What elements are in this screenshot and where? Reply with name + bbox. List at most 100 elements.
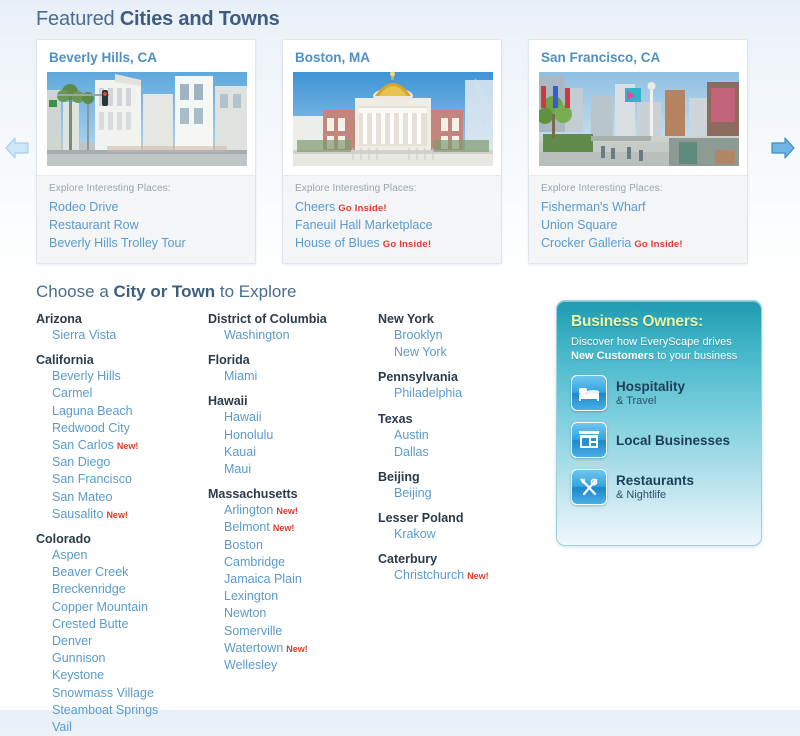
city-card[interactable]: Beverly Hills, CA Explore Interesting Pl… — [36, 39, 256, 264]
city-link[interactable]: Washington — [224, 328, 290, 342]
city-link[interactable]: Hawaii — [224, 410, 262, 424]
city-link[interactable]: Watertown — [224, 641, 283, 655]
list-item[interactable]: Honolulu — [224, 427, 378, 444]
list-item[interactable]: Snowmass Village — [52, 685, 208, 702]
place-name[interactable]: Crocker Galleria — [541, 236, 631, 250]
city-link[interactable]: Arlington — [224, 503, 273, 517]
city-link[interactable]: Aspen — [52, 548, 87, 562]
city-link[interactable]: Austin — [394, 428, 429, 442]
city-link[interactable]: Somerville — [224, 624, 282, 638]
list-item[interactable]: Crocker Galleria Go Inside! — [541, 235, 735, 253]
list-item[interactable]: Union Square — [541, 217, 735, 235]
list-item[interactable]: Jamaica Plain — [224, 571, 378, 588]
city-link[interactable]: San Mateo — [52, 490, 112, 504]
list-item[interactable]: Gunnison — [52, 650, 208, 667]
list-item[interactable]: Sierra Vista — [52, 327, 208, 344]
list-item[interactable]: Laguna Beach — [52, 403, 208, 420]
list-item[interactable]: Hawaii — [224, 409, 378, 426]
list-item[interactable]: Breckenridge — [52, 581, 208, 598]
city-link[interactable]: Sausalito — [52, 507, 103, 521]
list-item[interactable]: Washington — [224, 327, 378, 344]
city-link[interactable]: Vail — [52, 720, 72, 734]
city-link[interactable]: Laguna Beach — [52, 404, 133, 418]
city-link[interactable]: San Carlos — [52, 438, 114, 452]
list-item[interactable]: Restaurant Row — [49, 217, 243, 235]
city-link[interactable]: Gunnison — [52, 651, 106, 665]
list-item[interactable]: Belmont New! — [224, 519, 378, 536]
list-item[interactable]: Copper Mountain — [52, 599, 208, 616]
list-item[interactable]: Beijing — [394, 485, 558, 502]
city-link[interactable]: Denver — [52, 634, 92, 648]
city-link[interactable]: Miami — [224, 369, 257, 383]
city-link[interactable]: Beverly Hills — [52, 369, 121, 383]
list-item[interactable]: Beverly Hills — [52, 368, 208, 385]
list-item[interactable]: New York — [394, 344, 558, 361]
business-category-hospitality[interactable]: Hospitality & Travel — [571, 375, 747, 411]
place-name[interactable]: Beverly Hills Trolley Tour — [49, 236, 186, 250]
list-item[interactable]: Aspen — [52, 547, 208, 564]
list-item[interactable]: San Diego — [52, 454, 208, 471]
city-link[interactable]: Newton — [224, 606, 266, 620]
list-item[interactable]: Cheers Go Inside! — [295, 199, 489, 217]
city-card-title[interactable]: Boston, MA — [283, 40, 501, 72]
city-link[interactable]: New York — [394, 345, 447, 359]
beverly-hills-street-photo[interactable] — [47, 72, 247, 166]
city-card-title[interactable]: Beverly Hills, CA — [37, 40, 255, 72]
business-category-local-businesses[interactable]: Local Businesses — [571, 422, 747, 458]
place-name[interactable]: House of Blues — [295, 236, 380, 250]
list-item[interactable]: Cambridge — [224, 554, 378, 571]
list-item[interactable]: Somerville — [224, 623, 378, 640]
city-link[interactable]: Beijing — [394, 486, 432, 500]
list-item[interactable]: Christchurch New! — [394, 567, 558, 584]
list-item[interactable]: Sausalito New! — [52, 506, 208, 523]
boston-state-house-photo[interactable] — [293, 72, 493, 166]
place-name[interactable]: Union Square — [541, 218, 617, 232]
city-link[interactable]: Cambridge — [224, 555, 285, 569]
city-link[interactable]: Kauai — [224, 445, 256, 459]
place-name[interactable]: Restaurant Row — [49, 218, 139, 232]
san-francisco-union-square-photo[interactable] — [539, 72, 739, 166]
list-item[interactable]: Maui — [224, 461, 378, 478]
list-item[interactable]: Brooklyn — [394, 327, 558, 344]
city-link[interactable]: San Diego — [52, 455, 110, 469]
place-name[interactable]: Fisherman's Wharf — [541, 200, 646, 214]
list-item[interactable]: Beverly Hills Trolley Tour — [49, 235, 243, 253]
list-item[interactable]: Dallas — [394, 444, 558, 461]
business-category-restaurants[interactable]: Restaurants & Nightlife — [571, 469, 747, 505]
list-item[interactable]: Steamboat Springs — [52, 702, 208, 719]
city-link[interactable]: Lexington — [224, 589, 278, 603]
list-item[interactable]: Lexington — [224, 588, 378, 605]
list-item[interactable]: Wellesley — [224, 657, 378, 674]
list-item[interactable]: Austin — [394, 427, 558, 444]
list-item[interactable]: Watertown New! — [224, 640, 378, 657]
list-item[interactable]: Arlington New! — [224, 502, 378, 519]
list-item[interactable]: Crested Butte — [52, 616, 208, 633]
list-item[interactable]: Redwood City — [52, 420, 208, 437]
list-item[interactable]: Carmel — [52, 385, 208, 402]
place-name[interactable]: Faneuil Hall Marketplace — [295, 218, 433, 232]
city-link[interactable]: Jamaica Plain — [224, 572, 302, 586]
city-link[interactable]: San Francisco — [52, 472, 132, 486]
city-link[interactable]: Redwood City — [52, 421, 130, 435]
list-item[interactable]: Fisherman's Wharf — [541, 199, 735, 217]
city-card-title[interactable]: San Francisco, CA — [529, 40, 747, 72]
city-link[interactable]: Boston — [224, 538, 263, 552]
city-link[interactable]: Breckenridge — [52, 582, 126, 596]
city-card[interactable]: San Francisco, CA Explore Interesting Pl… — [528, 39, 748, 264]
city-link[interactable]: Carmel — [52, 386, 92, 400]
city-link[interactable]: Honolulu — [224, 428, 273, 442]
city-link[interactable]: Maui — [224, 462, 251, 476]
city-link[interactable]: Belmont — [224, 520, 270, 534]
carousel-next-button[interactable] — [770, 128, 796, 168]
place-name[interactable]: Cheers — [295, 200, 335, 214]
list-item[interactable]: Faneuil Hall Marketplace — [295, 217, 489, 235]
list-item[interactable]: House of Blues Go Inside! — [295, 235, 489, 253]
list-item[interactable]: Krakow — [394, 526, 558, 543]
city-link[interactable]: Philadelphia — [394, 386, 462, 400]
list-item[interactable]: Kauai — [224, 444, 378, 461]
list-item[interactable]: Keystone — [52, 667, 208, 684]
city-link[interactable]: Brooklyn — [394, 328, 443, 342]
city-link[interactable]: Crested Butte — [52, 617, 128, 631]
place-name[interactable]: Rodeo Drive — [49, 200, 118, 214]
list-item[interactable]: Rodeo Drive — [49, 199, 243, 217]
